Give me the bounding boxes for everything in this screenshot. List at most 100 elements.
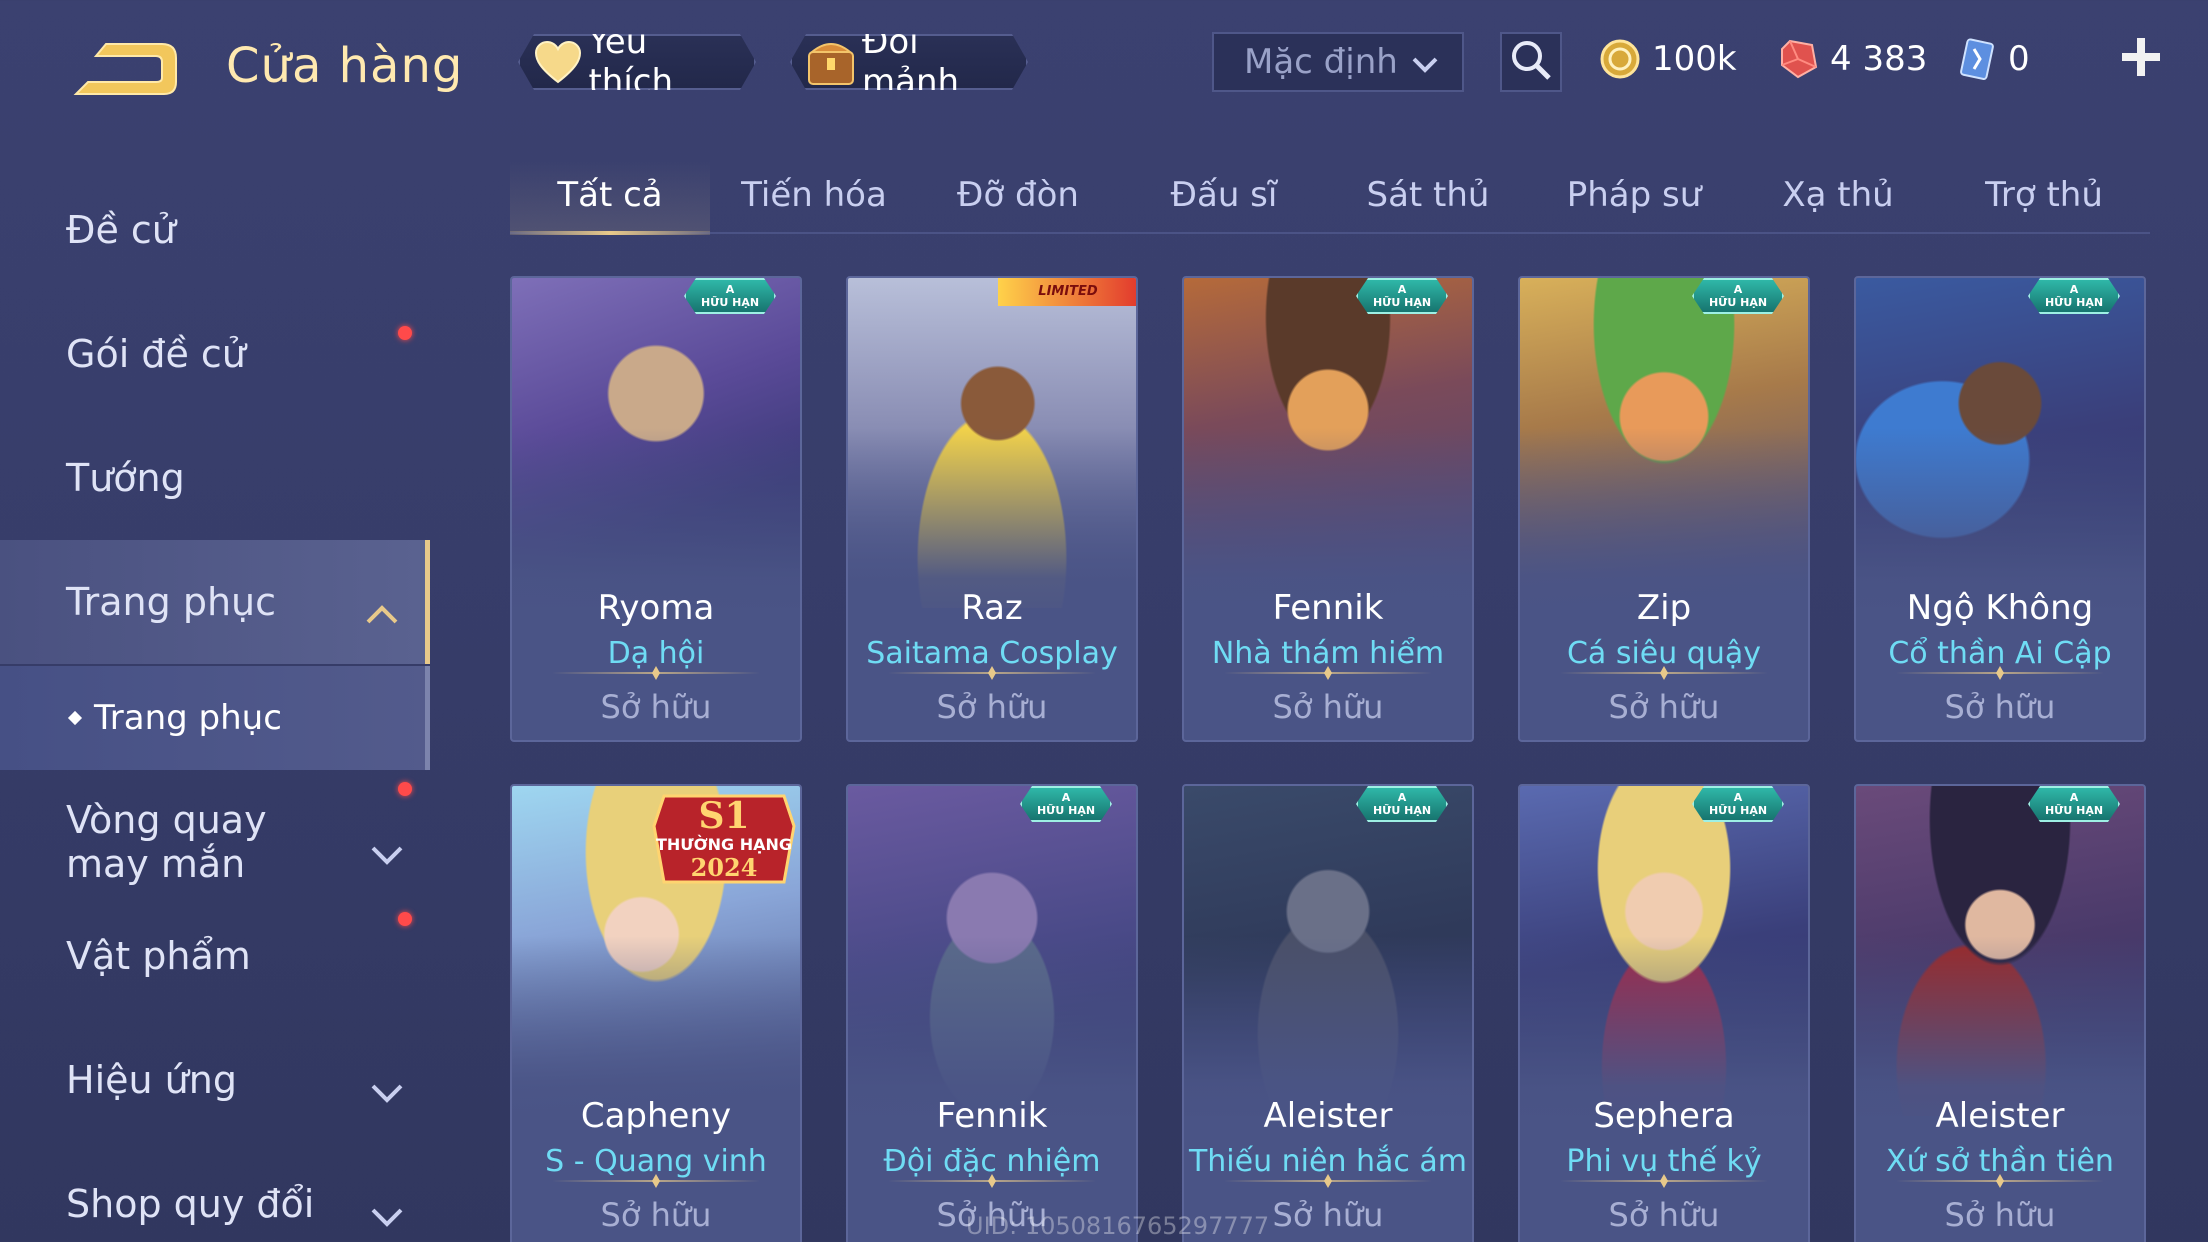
favorites-label: Yêu thích [588,22,674,102]
skin-name: Saitama Cosplay [866,636,1118,671]
skin-name: S - Quang vinh [545,1144,767,1179]
tab-evolution[interactable]: Tiến hóa [714,160,914,232]
sidebar-item-label: Gói đề cử [66,332,246,376]
treasure-chest-icon [806,37,856,87]
limited-badge: A HỮU HẠN [2028,278,2120,314]
owned-status: Sở hữu [600,688,712,726]
search-icon [1509,38,1553,86]
badge-top: A [1733,283,1743,296]
chevron-down-icon [370,832,404,865]
sidebar-item-items[interactable]: Vật phẩm [0,906,430,1006]
skin-name: Dạ hội [607,636,705,671]
owned-status: Sở hữu [1272,688,1384,726]
badge-bottom: HỮU HẠN [1036,804,1096,817]
owned-status: Sở hữu [1944,688,2056,726]
favorites-button[interactable]: Yêu thích [518,34,756,90]
skin-name: Thiếu niên hắc ám [1188,1144,1468,1179]
plus-icon[interactable] [2118,34,2164,80]
limited-badge: A HỮU HẠN [1020,786,1112,822]
notification-dot [398,326,412,340]
sidebar-item-exchange-shop[interactable]: Shop quy đổi [0,1154,430,1242]
notification-dot [398,912,412,926]
skin-card[interactable]: A HỮU HẠN Aleister Xứ sở thần tiên Sở hữu [1854,784,2146,1242]
player-uid: UID: 1050816765297777 [966,1212,1270,1240]
sidebar-item-label: Tướng [66,456,185,500]
season-rank-badge: S1 THƯỜNG HẠNG 2024 [644,786,800,896]
tab-all[interactable]: Tất cả [510,160,710,235]
owned-status: Sở hữu [936,688,1048,726]
voucher-amount: 0 [2008,39,2030,79]
sidebar-item-heroes[interactable]: Tướng [0,428,430,528]
sidebar-item-lucky-spin[interactable]: Vòng quay may mắn [0,782,430,902]
badge-top: A [725,283,735,296]
rank-year-text: 2024 [691,853,758,882]
page-title: Cửa hàng [226,38,464,94]
skin-name: Cổ thần Ai Cập [1888,636,2112,671]
search-button[interactable] [1500,32,1562,92]
owned-status: Sở hữu [1608,688,1720,726]
hero-name: Capheny [580,1096,732,1136]
badge-bottom: HỮU HẠN [1372,296,1432,309]
divider [1224,1180,1432,1182]
tab-assassin[interactable]: Sát thủ [1328,160,1528,232]
skin-card[interactable]: A HỮU HẠN Zip Cá siêu quậy Sở hữu [1518,276,1810,742]
skin-card[interactable]: A HỮU HẠN Fennik Nhà thám hiểm Sở hữu [1182,276,1474,742]
skin-card[interactable]: LIMITED Raz Saitama Cosplay Sở hữu [846,276,1138,742]
skin-name: Đội đặc nhiệm [883,1144,1101,1179]
tab-fighter[interactable]: Đấu sĩ [1124,160,1324,232]
hero-name: Aleister [1935,1096,2065,1136]
skin-card[interactable]: A HỮU HẠN Fennik Đội đặc nhiệm Sở hữu [846,784,1138,1242]
skin-card[interactable]: A HỮU HẠN Ngộ Không Cổ thần Ai Cập Sở hữu [1854,276,2146,742]
hero-name: Sephera [1593,1096,1735,1136]
limited-badge: A HỮU HẠN [1692,278,1784,314]
tab-marksman[interactable]: Xạ thủ [1738,160,1938,232]
notification-dot [398,782,412,796]
skin-card[interactable]: A HỮU HẠN Aleister Thiếu niên hắc ám Sở h… [1182,784,1474,1242]
divider [1896,1180,2104,1182]
badge-bottom: HỮU HẠN [1708,296,1768,309]
skin-name: Phi vụ thế kỷ [1566,1144,1762,1179]
chevron-down-icon [1410,48,1440,78]
divider [888,672,1096,674]
badge-bottom: HỮU HẠN [2044,804,2104,817]
rank-label-text: THƯỜNG HẠNG [656,835,792,854]
sidebar-item-label: Hiệu ứng [66,1058,237,1102]
hero-name: Raz [961,588,1023,628]
limited-badge: A HỮU HẠN [1692,786,1784,822]
heart-icon [534,37,582,87]
sidebar-item-featured-packs[interactable]: Gói đề cử [0,304,430,404]
badge-top: A [1061,791,1071,804]
skin-card[interactable]: S1 THƯỜNG HẠNG 2024 Capheny S - Quang vi… [510,784,802,1242]
sidebar-subitem-skins[interactable]: Trang phục [0,666,430,770]
badge-top: A [1397,791,1407,804]
badge-top: A [1733,791,1743,804]
sidebar-item-featured[interactable]: Đề cử [0,180,430,280]
divider [1224,672,1432,674]
exchange-shards-button[interactable]: Đổi mảnh [790,34,1028,90]
sidebar-item-label: Trang phục [66,580,277,624]
tab-support[interactable]: Trợ thủ [1944,160,2144,232]
skin-card[interactable]: A HỮU HẠN Ryoma Dạ hội Sở hữu [510,276,802,742]
back-arrow-icon[interactable] [66,34,180,102]
owned-status: Sở hữu [1608,1196,1720,1234]
sort-dropdown[interactable]: Mặc định [1212,32,1464,92]
skin-card[interactable]: A HỮU HẠN Sephera Phi vụ thế kỷ Sở hữu [1518,784,1810,1242]
sidebar-item-label: Shop quy đổi [66,1182,315,1226]
sidebar-item-effects[interactable]: Hiệu ứng [0,1030,430,1130]
limited-badge: A HỮU HẠN [684,278,776,314]
hero-name: Zip [1636,588,1692,628]
sidebar-item-skins[interactable]: Trang phục [0,540,430,664]
sidebar-item-label: Vật phẩm [66,934,251,978]
hero-name: Fennik [1272,588,1384,628]
hero-name: Aleister [1263,1096,1393,1136]
skin-grid: A HỮU HẠN Ryoma Dạ hội Sở hữu LIMITED Raz… [510,276,2150,1242]
limited-badge: A HỮU HẠN [2028,786,2120,822]
chevron-down-icon [370,1194,404,1227]
badge-bottom: HỮU HẠN [1372,804,1432,817]
gold-coin-icon [1598,37,1642,81]
tab-tank[interactable]: Đỡ đòn [918,160,1118,232]
tab-mage[interactable]: Pháp sư [1534,160,1734,232]
chevron-up-icon [365,590,399,624]
red-gem-icon [1776,37,1820,81]
exchange-shards-label: Đổi mảnh [862,22,960,102]
